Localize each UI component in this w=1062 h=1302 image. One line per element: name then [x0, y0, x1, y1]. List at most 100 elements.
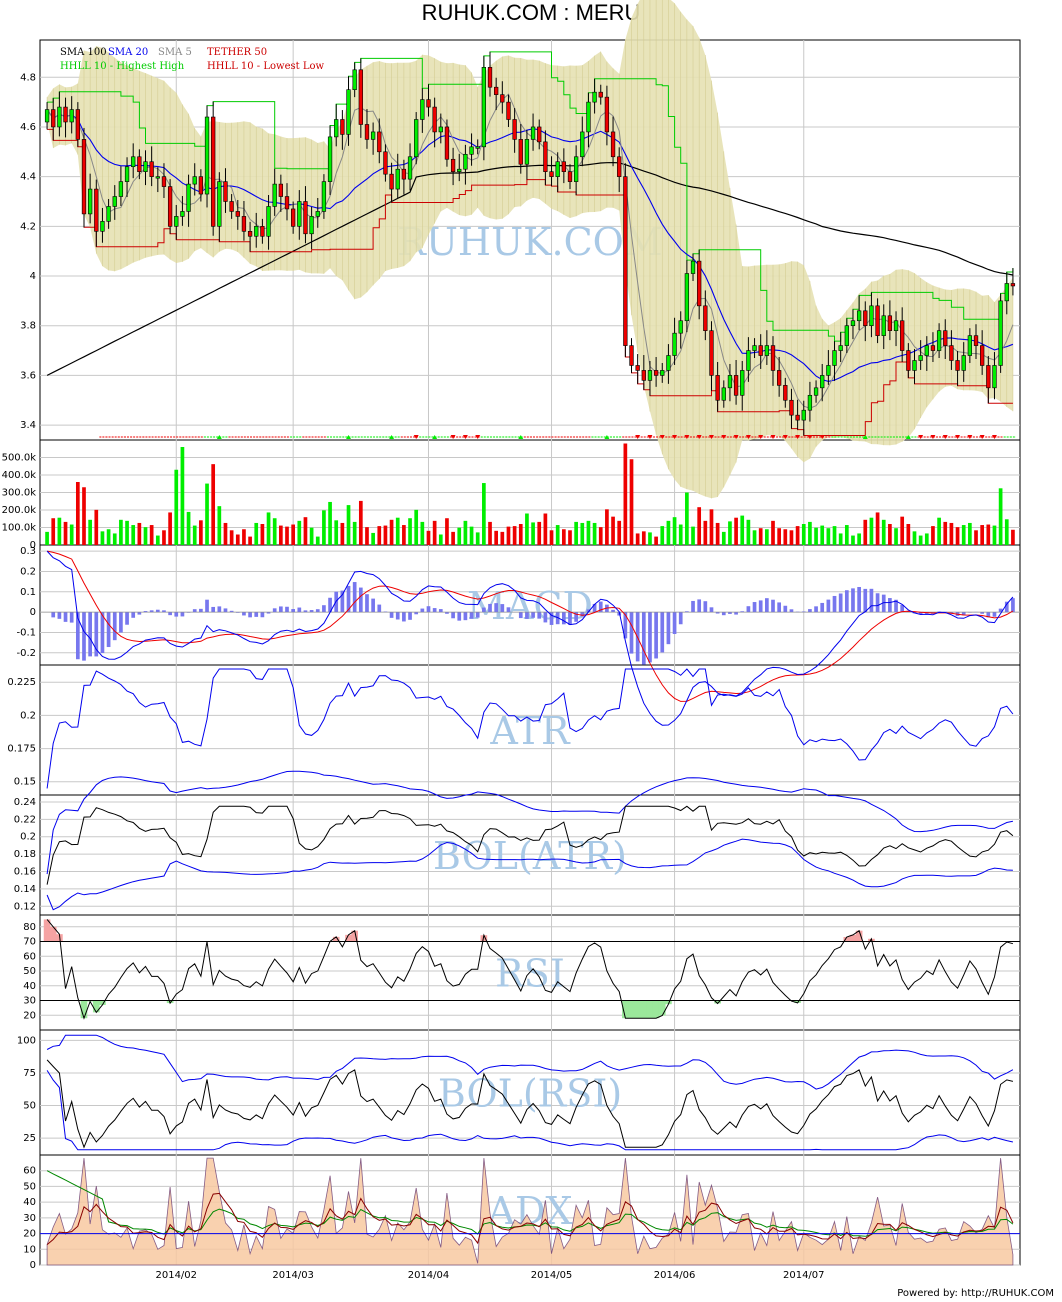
candle-body — [364, 124, 370, 140]
volume-bar — [420, 521, 425, 545]
candle-body — [647, 370, 653, 381]
volume-bar — [358, 500, 363, 545]
bol_atr-tick-label: 0.2 — [20, 832, 36, 843]
candle — [414, 112, 419, 165]
legend-entry: SMA 20 — [108, 47, 148, 58]
volume-bar — [315, 536, 320, 545]
macd-histogram-bar — [648, 612, 652, 663]
volume-bar — [426, 530, 431, 545]
macd-histogram-bar — [666, 612, 671, 645]
macd-histogram-bar — [131, 612, 136, 618]
volume-bar — [229, 530, 234, 545]
volume-bar — [808, 521, 812, 545]
volume-bar — [254, 522, 259, 545]
candle-body — [161, 176, 167, 187]
volume-bar — [949, 522, 954, 545]
volume-bar — [328, 501, 332, 545]
candle-body — [377, 131, 382, 153]
candle-body — [334, 119, 339, 138]
volume-bar — [217, 506, 222, 545]
volume-bar — [740, 515, 745, 545]
candle-body — [87, 188, 93, 215]
volume-bar — [728, 521, 732, 545]
legend-entry: SMA 100 — [60, 47, 107, 58]
volume-bar — [377, 526, 382, 545]
volume-bar — [937, 517, 941, 545]
macd-histogram-bar — [63, 612, 68, 622]
volume-tick-label: 400.0k — [2, 470, 37, 481]
bol_atr-watermark: BOL(ATR) — [433, 834, 627, 878]
volume-bar — [451, 531, 455, 545]
bol_rsi-tick-label: 100 — [17, 1035, 36, 1046]
candle-body — [475, 146, 480, 149]
candle — [81, 127, 87, 228]
volume-bar — [82, 487, 86, 545]
volume-bar — [531, 522, 535, 545]
candle-body — [672, 332, 677, 356]
candle-body — [241, 216, 247, 232]
candle-body — [315, 211, 320, 217]
candle — [481, 55, 487, 161]
candle-body — [924, 345, 929, 356]
macd-histogram-bar — [223, 608, 228, 613]
volume-bar — [69, 524, 74, 545]
candle-body — [407, 156, 413, 180]
chart-root: RUHUK.COM : MERU 3.4 3.6 3.8 4 4.2 4.4 4.6 4.8 0… — [0, 0, 1062, 1302]
macd-histogram-bar — [279, 606, 283, 613]
volume-bar — [395, 517, 400, 545]
volume-bar — [685, 492, 689, 545]
candle-body — [167, 186, 173, 227]
candle-body — [327, 136, 333, 182]
volume-bar — [906, 524, 911, 545]
macd-histogram-bar — [285, 606, 289, 613]
candle-body — [856, 310, 862, 322]
volume-bar — [580, 522, 585, 545]
candle-body — [44, 109, 50, 123]
macd-histogram-bar — [469, 612, 474, 619]
macd-histogram-bar — [272, 608, 277, 613]
macd-histogram-bar — [100, 612, 105, 654]
candle-body — [432, 106, 437, 133]
volume-bar — [211, 464, 216, 545]
bol_atr-tick-label: 0.16 — [14, 867, 36, 878]
macd-histogram-bar — [543, 612, 548, 623]
bol_rsi-tick-label: 75 — [23, 1068, 36, 1079]
volume-bar — [641, 531, 646, 545]
candle-body — [697, 260, 702, 307]
macd-histogram-bar — [69, 612, 74, 623]
volume-bar — [968, 522, 972, 545]
candle-body — [444, 126, 450, 160]
macd-histogram-bar — [482, 607, 486, 613]
macd-histogram-bar — [205, 599, 209, 613]
candle-body — [321, 181, 327, 212]
candle-body — [555, 161, 560, 177]
candle-body — [211, 116, 216, 227]
volume-bar — [340, 522, 345, 545]
macd-histogram-bar — [155, 609, 160, 613]
candle-body — [229, 201, 234, 212]
macd-watermark: MACD — [467, 584, 593, 628]
volume-bar — [611, 516, 615, 545]
candle-body — [887, 315, 893, 331]
candle-body — [272, 183, 277, 207]
volume-bar — [482, 483, 486, 545]
macd-histogram-bar — [414, 612, 419, 615]
macd-histogram-bar — [57, 612, 62, 619]
rsi-tick-label: 20 — [23, 1010, 36, 1021]
volume-bar — [119, 519, 123, 545]
candle-body — [610, 131, 616, 158]
candle-body — [623, 176, 628, 346]
volume-bar — [814, 527, 818, 545]
volume-bar — [863, 519, 868, 545]
candle-body — [180, 211, 185, 217]
candle-body — [813, 387, 819, 396]
atr-tick-label: 0.175 — [7, 744, 36, 755]
candle-body — [112, 196, 117, 207]
candle-body — [783, 385, 788, 401]
macd-histogram-bar — [309, 610, 314, 613]
volume-bar — [715, 522, 720, 545]
macd-histogram-bar — [297, 607, 302, 613]
candle-body — [487, 67, 493, 88]
candle-body — [580, 131, 585, 158]
volume-bar — [697, 507, 702, 545]
